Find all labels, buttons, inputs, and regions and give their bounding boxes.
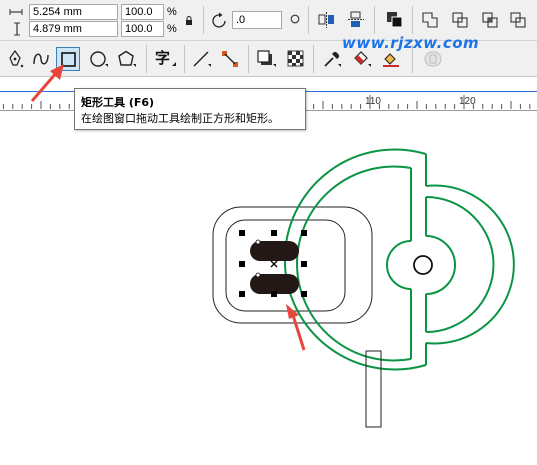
green-circle-shape[interactable] [283, 148, 515, 371]
selection-handle [271, 291, 277, 297]
center-hole-circle[interactable] [413, 255, 433, 275]
selection-handle [239, 291, 245, 297]
selection-handle [239, 230, 245, 236]
pill-node-marker [255, 239, 261, 245]
selection-center-mark [270, 260, 278, 268]
selection-handle [301, 230, 307, 236]
selection-handle [271, 230, 277, 236]
tooltip-title: 矩形工具 (F6) [81, 96, 155, 109]
handle-rectangle[interactable] [365, 350, 382, 428]
selection-handle [301, 291, 307, 297]
pill-node-marker [255, 272, 261, 278]
tooltip-description: 在绘图窗口拖动工具绘制正方形和矩形。 [81, 112, 279, 125]
outer-rounded-rectangle[interactable] [212, 206, 373, 324]
selection-handle [239, 261, 245, 267]
selection-handle [301, 261, 307, 267]
rectangle-tool-tooltip: 矩形工具 (F6) 在绘图窗口拖动工具绘制正方形和矩形。 [74, 88, 306, 130]
drawing-canvas[interactable] [0, 111, 537, 465]
